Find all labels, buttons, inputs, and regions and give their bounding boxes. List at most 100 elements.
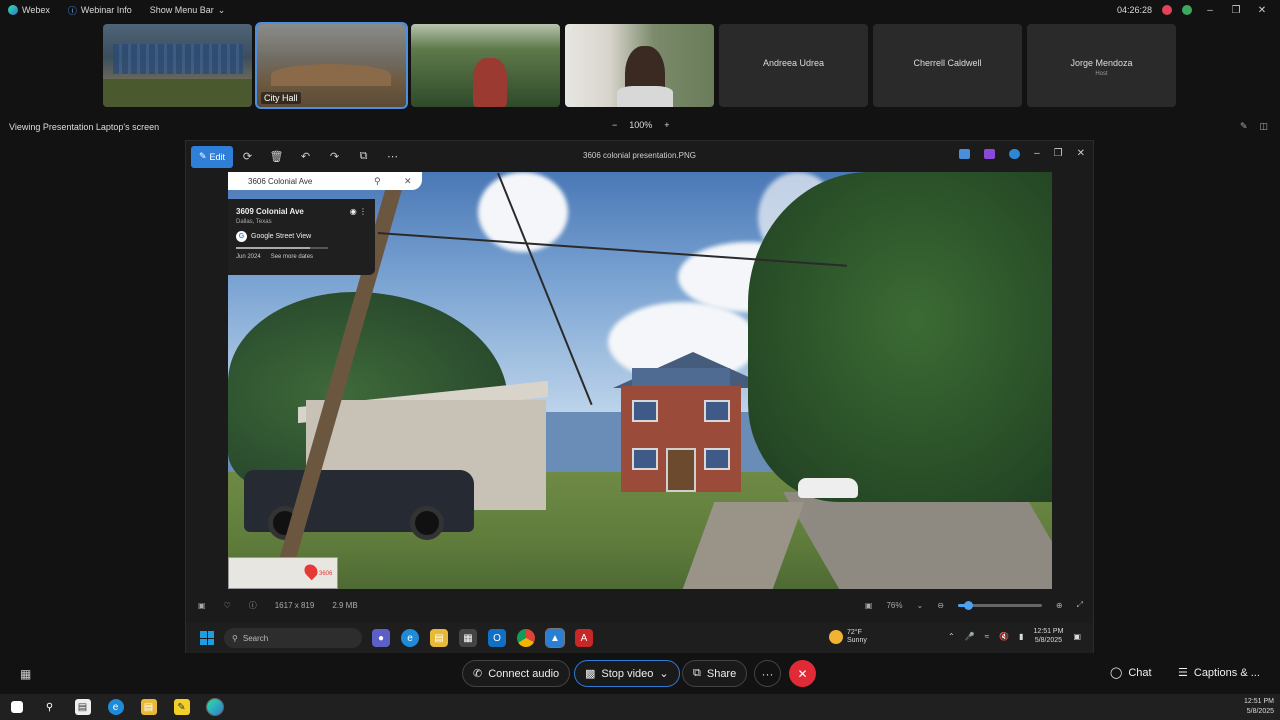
weather-widget[interactable]: 72°F Sunny <box>829 629 867 645</box>
windows-taskbar: ⚲ ▤ e ▤ ✎ 12:51 PM 5/8/2025 <box>0 694 1280 720</box>
edit-button[interactable]: ✎ Edit <box>191 145 233 168</box>
meeting-controls: ▦ ✆ Connect audio ▩ Stop video ⌄ ⧉ Share… <box>0 660 1280 688</box>
search-icon: ⚲ <box>45 701 54 713</box>
filmstrip-icon[interactable]: ▣ <box>198 601 206 610</box>
zoom-in-icon[interactable]: ⊕ <box>1056 601 1063 610</box>
close-window-button[interactable]: ✕ <box>1254 5 1270 16</box>
weather-sun-icon <box>829 630 843 644</box>
search-button[interactable]: ⚲ <box>33 699 66 715</box>
fullscreen-icon[interactable]: ◫ <box>1259 121 1268 132</box>
more-options-icon[interactable]: ⋯ <box>378 150 407 163</box>
copy-icon[interactable]: ⧉ <box>349 150 378 163</box>
close-icon[interactable]: ✕ <box>404 176 412 187</box>
delete-icon[interactable]: 🗑 <box>262 150 291 163</box>
crop-icon[interactable]: ↶ <box>291 150 320 163</box>
microphone-muted-icon[interactable]: 🎤 <box>965 632 975 641</box>
minimap[interactable]: 3606 <box>228 557 338 589</box>
audio-icon: ✆ <box>473 668 483 680</box>
chevron-up-icon[interactable]: ⌃ <box>948 632 955 641</box>
teams-icon[interactable]: ● <box>372 629 390 647</box>
participant-tile-city-hall[interactable]: City Hall <box>255 22 408 109</box>
chevron-down-icon[interactable]: ⌄ <box>916 601 923 610</box>
zoom-slider[interactable] <box>957 600 1042 610</box>
pin-icon[interactable]: ◉ ⋮ <box>350 207 367 216</box>
minimize-icon[interactable]: – <box>1034 148 1040 159</box>
store-icon[interactable]: ▦ <box>459 629 477 647</box>
windows-start-icon[interactable] <box>200 631 214 645</box>
notification-icon[interactable]: ▣ <box>1073 632 1081 641</box>
participant-tile-council-chamber[interactable] <box>103 24 252 107</box>
zoom-out-button[interactable]: − <box>612 120 617 130</box>
image-wheel <box>410 506 444 540</box>
webinar-info-button[interactable]: ⓘ Webinar Info <box>68 4 132 17</box>
file-explorer-button[interactable]: ▤ <box>132 699 165 715</box>
file-explorer-icon[interactable]: ▤ <box>430 629 448 647</box>
video-icon: ▩ <box>585 668 596 680</box>
chat-button[interactable]: ◯ Chat <box>1110 666 1152 680</box>
more-options-button[interactable]: ··· <box>754 660 781 687</box>
participant-tile-jorge-mendoza[interactable]: Jorge Mendoza Host <box>1027 24 1176 107</box>
info-icon[interactable]: ⓘ <box>249 600 257 611</box>
date-slider[interactable] <box>236 247 328 249</box>
file-app-button[interactable]: ▤ <box>66 699 99 715</box>
close-icon[interactable]: ✕ <box>1077 148 1085 159</box>
layout-icon[interactable]: ▦ <box>20 667 31 681</box>
recording-icon[interactable] <box>1162 5 1172 15</box>
taskbar-search-input[interactable]: Search <box>243 634 268 643</box>
photos-icon[interactable]: ▲ <box>545 628 565 648</box>
volume-muted-icon[interactable]: 🔇 <box>999 632 1009 641</box>
onedrive-icon[interactable] <box>1009 148 1021 159</box>
clock-time: 12:51 PM <box>1033 628 1064 635</box>
restore-icon[interactable]: ❐ <box>1054 148 1063 159</box>
editor-icon[interactable] <box>959 148 971 159</box>
battery-icon[interactable]: ▮ <box>1019 632 1023 641</box>
connect-audio-button[interactable]: ✆ Connect audio <box>462 660 571 687</box>
presenter-clock[interactable]: 12:51 PM 5/8/2025 <box>1033 627 1063 645</box>
connection-status-icon[interactable] <box>1182 5 1192 15</box>
edge-app-button[interactable]: e <box>99 699 132 715</box>
acrobat-icon[interactable]: A <box>575 629 593 647</box>
share-icon[interactable]: ↷ <box>320 150 349 163</box>
leave-meeting-button[interactable]: ✕ <box>789 660 816 687</box>
outlook-icon[interactable]: O <box>488 629 506 647</box>
system-clock[interactable]: 12:51 PM 5/8/2025 <box>1244 697 1274 717</box>
stop-video-button[interactable]: ▩ Stop video ⌄ <box>574 660 680 687</box>
expand-icon[interactable]: ⤢ <box>1077 600 1083 610</box>
participant-name: Jorge Mendoza <box>1070 58 1133 68</box>
participant-tile-cherrell-caldwell[interactable]: Cherrell Caldwell <box>873 24 1022 107</box>
app-name: Webex <box>22 5 50 15</box>
photo-zoom-level[interactable]: 76% <box>886 601 902 610</box>
see-more-dates-link[interactable]: See more dates <box>271 254 313 260</box>
favorite-icon[interactable]: ♡ <box>224 601 231 610</box>
notes-app-button[interactable]: ✎ <box>165 699 198 715</box>
webex-menu[interactable]: Webex <box>8 5 50 15</box>
zoom-out-icon[interactable]: ⊖ <box>937 601 944 610</box>
image-car <box>798 478 858 498</box>
search-icon[interactable]: ⚲ <box>374 176 381 187</box>
map-pin-icon <box>301 561 321 581</box>
chrome-icon[interactable] <box>517 629 535 647</box>
rotate-icon[interactable]: ⟳ <box>233 150 262 163</box>
participant-tile-remote-2[interactable] <box>565 24 714 107</box>
start-button[interactable] <box>0 701 33 713</box>
minimize-window-button[interactable]: – <box>1202 5 1218 16</box>
annotate-icon[interactable]: ✎ <box>1240 121 1248 132</box>
maps-search-input[interactable]: 3606 Colonial Ave <box>248 177 312 186</box>
webex-app-button[interactable] <box>198 698 231 716</box>
edge-icon[interactable]: e <box>401 629 419 647</box>
maximize-window-button[interactable]: ❐ <box>1228 5 1244 16</box>
designer-icon[interactable] <box>984 148 996 159</box>
chevron-down-icon[interactable]: ⌄ <box>659 667 668 680</box>
zoom-in-button[interactable]: + <box>664 120 669 130</box>
weather-temp: 72°F <box>847 629 862 636</box>
show-menu-bar-button[interactable]: Show Menu Bar ⌄ <box>150 5 226 16</box>
photos-status-bar: ▣ ♡ ⓘ 1617 x 819 2.9 MB ▣ 76% ⌄ ⊖ ⊕ ⤢ <box>186 596 1093 614</box>
screenshot-icon[interactable]: ▣ <box>865 601 873 610</box>
share-button[interactable]: ⧉ Share <box>682 660 748 687</box>
captions-button[interactable]: ☰ Captions & ... <box>1178 666 1260 680</box>
taskbar-search[interactable]: ⚲ Search <box>224 628 362 648</box>
maps-search-bar[interactable]: 3606 Colonial Ave ⚲ ✕ <box>228 172 422 190</box>
participant-tile-remote-1[interactable] <box>411 24 560 107</box>
wifi-icon[interactable]: ≈ <box>985 632 989 641</box>
participant-tile-andreea-udrea[interactable]: Andreea Udrea <box>719 24 868 107</box>
